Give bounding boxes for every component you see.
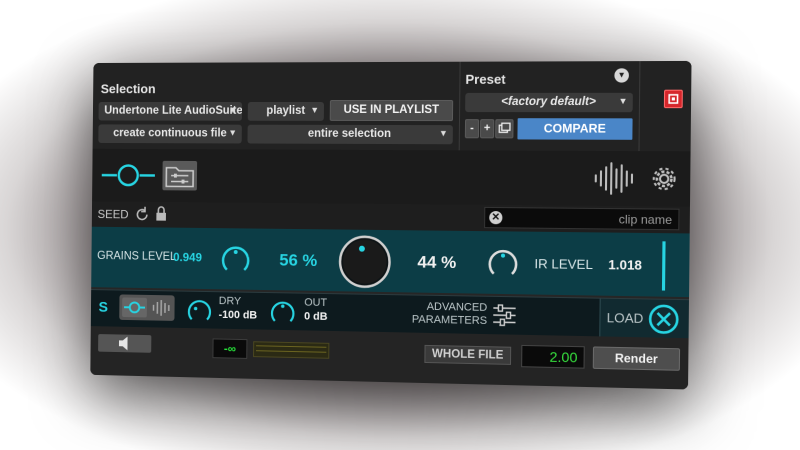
copy-icon [496, 120, 512, 137]
grain-mix-panel: GRAINS LEVEL 0.949 56 % 44 % IR LEVEL 1.… [91, 226, 690, 298]
chevron-down-icon: ▼ [438, 128, 448, 139]
source-mode-toggle[interactable] [119, 294, 175, 321]
grains-mix-value: 56 % [279, 250, 318, 271]
processing-mode-dropdown[interactable]: create continuous file ▼ [98, 124, 242, 144]
lock-icon[interactable] [154, 205, 168, 223]
use-in-playlist-button[interactable]: USE IN PLAYLIST [329, 99, 454, 122]
preset-menu-icon[interactable]: ▼ [614, 68, 629, 83]
grains-level-knob[interactable] [219, 242, 252, 276]
audiosuite-header: Selection Undertone Lite AudioSuite ▼ pl… [92, 60, 692, 152]
refresh-seed-icon[interactable] [133, 206, 150, 224]
mix-knob[interactable] [337, 233, 393, 290]
speaker-icon [118, 336, 128, 351]
chevron-down-icon: ▼ [618, 95, 628, 107]
waveform-icon[interactable] [593, 161, 639, 196]
close-load-icon[interactable] [648, 304, 680, 335]
advanced-parameters-label-line2[interactable]: PARAMETERS [407, 313, 487, 328]
preset-title: Preset [465, 71, 506, 87]
clear-clip-name-icon[interactable]: ✕ [489, 211, 503, 225]
playlist-dropdown[interactable]: playlist ▼ [247, 101, 325, 121]
preset-next-button[interactable]: + [479, 119, 495, 139]
selection-range-dropdown[interactable]: entire selection ▼ [247, 124, 453, 145]
plugin-dropdown[interactable]: Undertone Lite AudioSuite ▼ [98, 101, 243, 121]
grains-level-label: GRAINS LEVEL [97, 250, 177, 264]
compare-button[interactable]: COMPARE [517, 118, 633, 140]
whole-file-button[interactable]: WHOLE FILE [424, 344, 512, 365]
dry-value: -100 dB [218, 308, 258, 322]
bypass-button[interactable] [663, 89, 683, 109]
out-label: OUT [304, 296, 328, 309]
plugin-dropdown-label: Undertone Lite AudioSuite [104, 104, 243, 117]
level-readout: -∞ [212, 338, 248, 359]
handle-length-field[interactable]: 2.00 [521, 344, 585, 369]
copy-settings-button[interactable] [495, 119, 514, 139]
playlist-dropdown-label: playlist [266, 104, 306, 117]
solo-s-label: S [98, 298, 109, 316]
grain-waveform-toggle-icon [119, 294, 174, 320]
panel-accent-bar [661, 241, 666, 291]
header-divider [458, 61, 461, 151]
out-knob[interactable] [269, 298, 297, 326]
advanced-parameters-label-line1[interactable]: ADVANCED [417, 301, 488, 314]
ir-level-value: 1.018 [608, 257, 643, 273]
out-value: 0 dB [304, 310, 328, 323]
clip-name-field[interactable]: ✕ clip name [484, 206, 680, 231]
grains-mode-icon[interactable] [100, 162, 157, 188]
preset-previous-button[interactable]: - [464, 119, 480, 139]
ir-level-knob[interactable] [486, 245, 521, 280]
preset-dropdown-label: <factory default> [501, 95, 596, 109]
gear-icon[interactable] [650, 165, 677, 192]
grains-level-value: 0.949 [173, 250, 203, 265]
processing-mode-label: create continuous file [113, 127, 227, 140]
sliders-icon[interactable] [491, 303, 518, 328]
selection-title: Selection [100, 81, 156, 97]
preview-button[interactable] [98, 334, 152, 353]
dry-knob[interactable] [186, 297, 213, 325]
chevron-down-icon: ▼ [228, 104, 238, 115]
chevron-down-icon: ▼ [228, 127, 237, 138]
clip-name-placeholder: clip name [618, 212, 673, 228]
ir-mix-value: 44 % [417, 252, 457, 273]
load-label: LOAD [606, 310, 644, 327]
folder-sliders-icon [162, 161, 197, 191]
header-divider-right [638, 61, 641, 152]
audiosuite-plugin-window: Selection Undertone Lite AudioSuite ▼ pl… [90, 60, 692, 390]
selection-range-label: entire selection [307, 127, 392, 141]
audiosuite-footer: -∞ WHOLE FILE 2.00 Render [90, 326, 689, 390]
folder-settings-button[interactable] [162, 160, 198, 191]
chevron-down-icon: ▼ [310, 104, 320, 115]
seed-label: SEED [97, 207, 129, 222]
preset-dropdown[interactable]: <factory default> ▼ [465, 92, 633, 113]
level-meter [253, 341, 330, 359]
render-button[interactable]: Render [592, 346, 681, 371]
load-area[interactable]: LOAD [599, 298, 691, 340]
dry-label: DRY [218, 295, 242, 308]
ir-level-label: IR LEVEL [534, 256, 593, 273]
mode-toolbar [92, 148, 691, 207]
power-icon [664, 90, 683, 108]
